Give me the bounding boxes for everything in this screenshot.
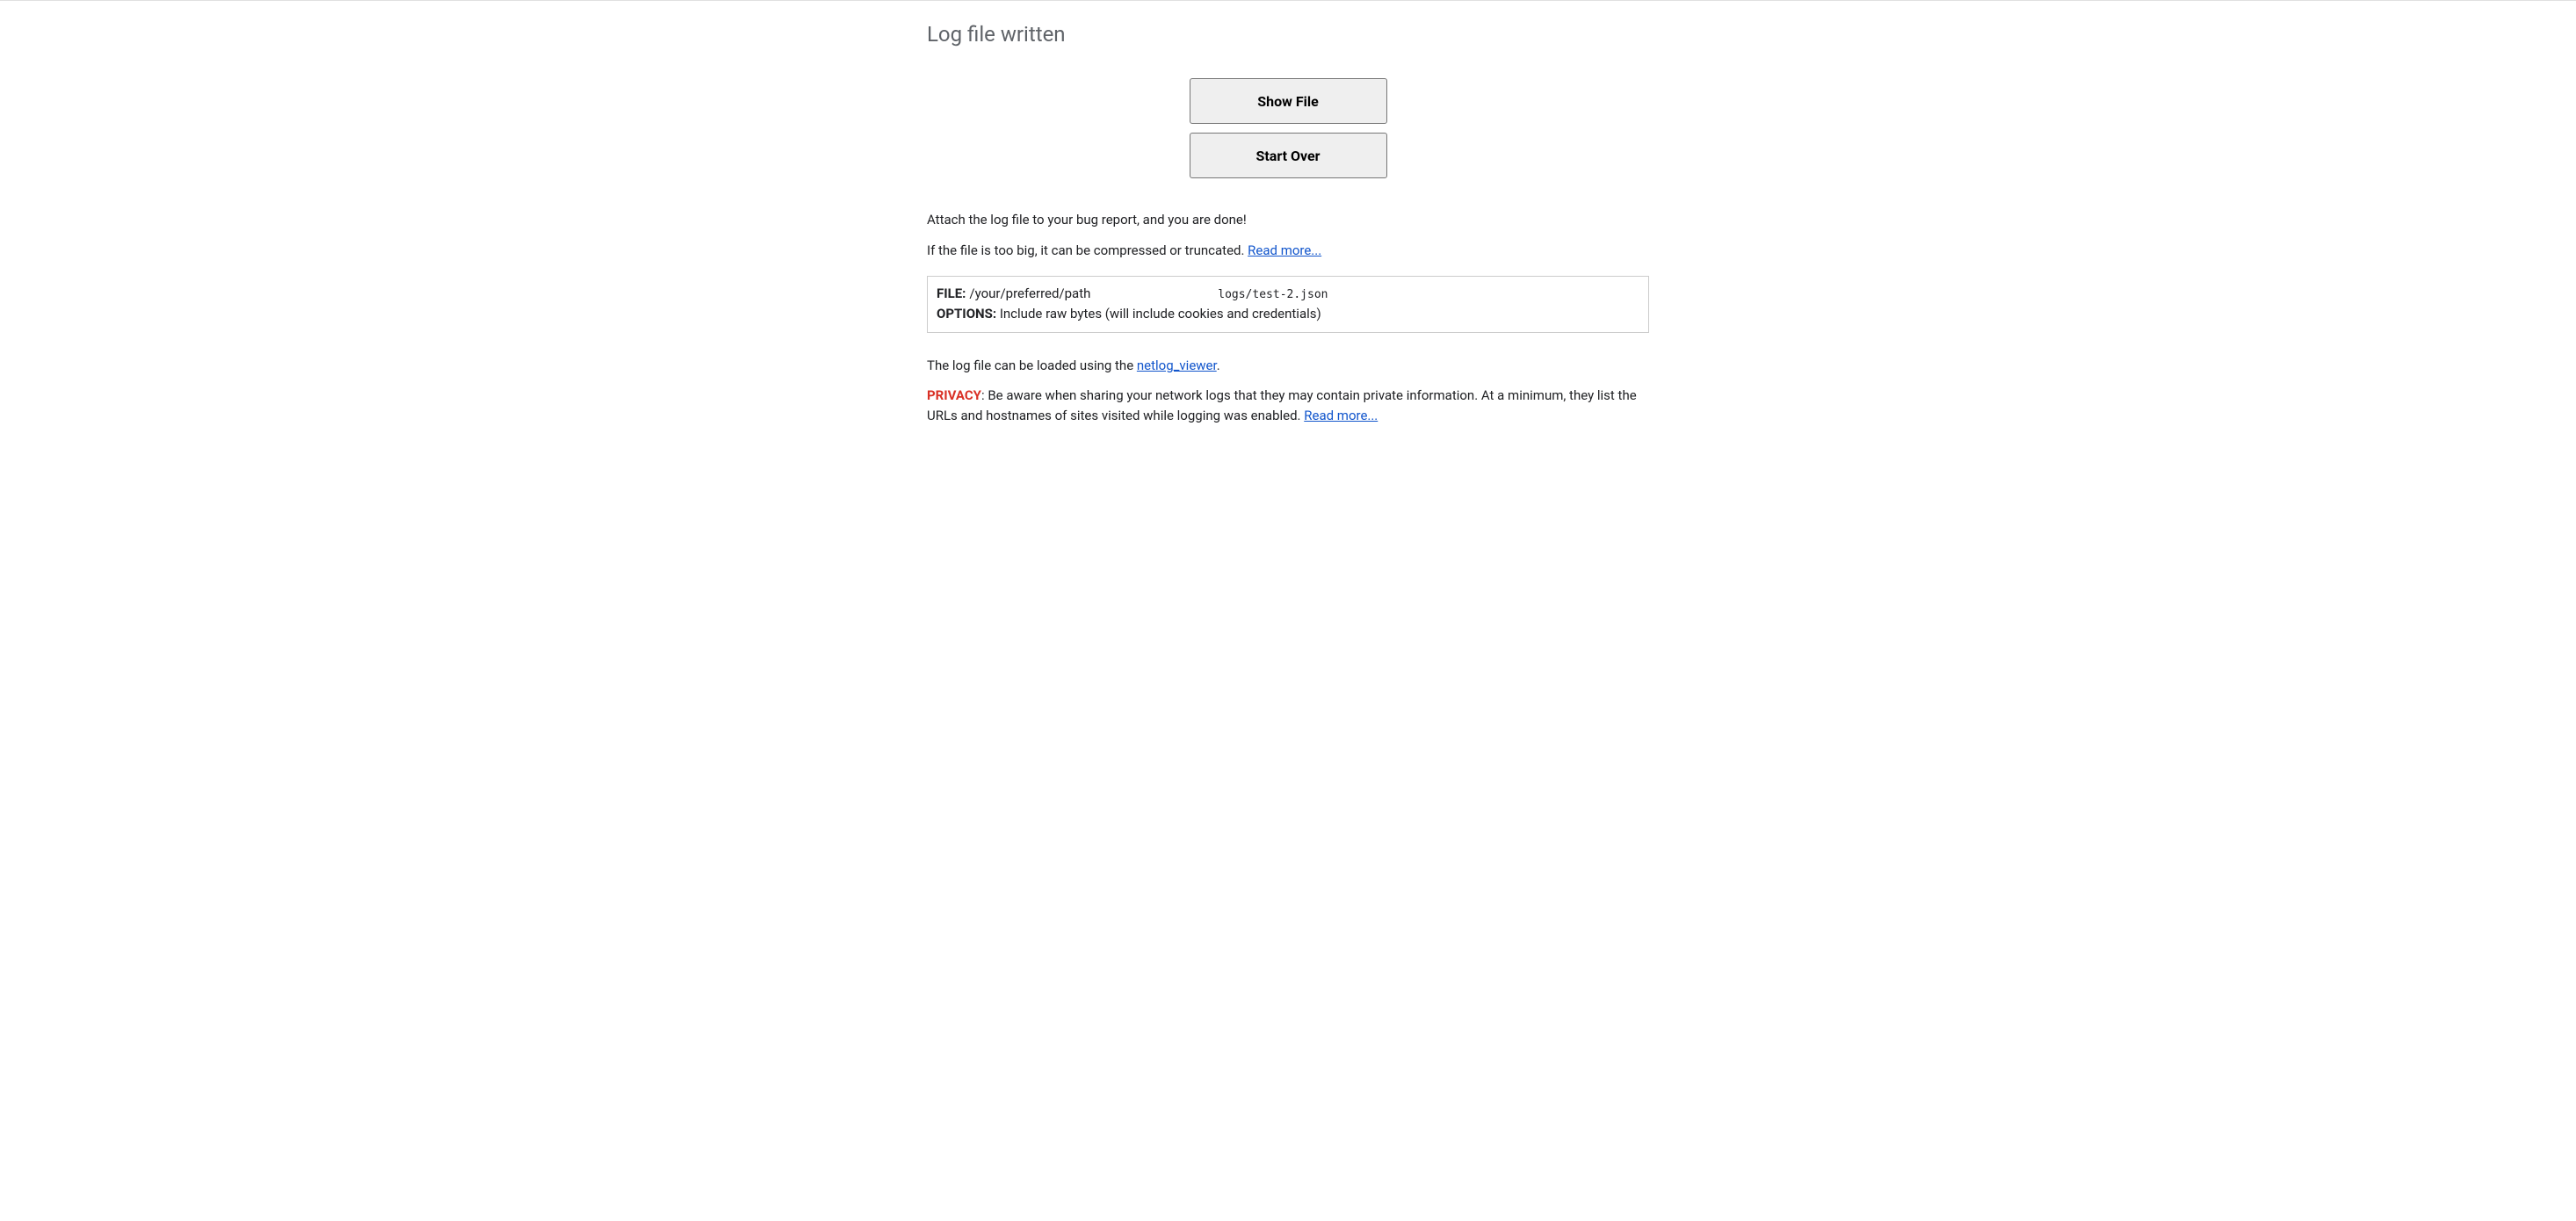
file-info-box: FILE: /your/preferred/path logs/test-2.j…: [927, 276, 1649, 333]
privacy-text: : Be aware when sharing your network log…: [927, 387, 1637, 423]
viewer-suffix: .: [1217, 358, 1220, 373]
show-file-button[interactable]: Show File: [1190, 78, 1387, 124]
file-label: FILE:: [937, 284, 966, 304]
too-big-instruction: If the file is too big, it can be compre…: [927, 241, 1649, 261]
too-big-prefix: If the file is too big, it can be compre…: [927, 242, 1248, 258]
options-value: Include raw bytes (will include cookies …: [996, 306, 1321, 322]
options-row: OPTIONS: Include raw bytes (will include…: [937, 304, 1639, 324]
file-path-prefix: /your/preferred/path: [969, 284, 1090, 304]
privacy-read-more-link[interactable]: Read more...: [1304, 408, 1378, 423]
privacy-notice: PRIVACY: Be aware when sharing your netw…: [927, 386, 1649, 425]
viewer-instruction: The log file can be loaded using the net…: [927, 356, 1649, 376]
privacy-label: PRIVACY: [927, 387, 981, 403]
start-over-button[interactable]: Start Over: [1190, 133, 1387, 178]
file-row: FILE: /your/preferred/path logs/test-2.j…: [937, 284, 1639, 304]
main-content: Log file written Show File Start Over At…: [927, 1, 1649, 460]
options-label: OPTIONS:: [937, 306, 996, 322]
viewer-prefix: The log file can be loaded using the: [927, 358, 1137, 373]
button-stack: Show File Start Over: [927, 78, 1649, 178]
file-path-mono: logs/test-2.json: [1094, 286, 1328, 304]
netlog-viewer-link[interactable]: netlog_viewer: [1137, 358, 1217, 373]
page-title: Log file written: [927, 22, 1649, 47]
attach-instruction: Attach the log file to your bug report, …: [927, 210, 1649, 230]
read-more-link[interactable]: Read more...: [1248, 242, 1321, 258]
